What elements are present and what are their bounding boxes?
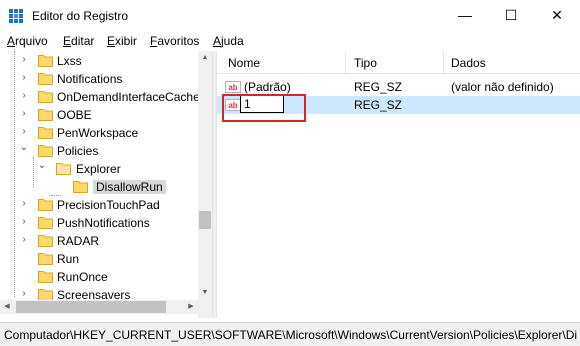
folder-icon [38,73,53,85]
tree-item-notifications[interactable]: › Notifications [0,70,198,88]
tree-vertical-scrollbar[interactable]: ▲ ▼ [198,51,212,318]
tree-item-label: DisallowRun [93,180,166,194]
chevron-down-icon[interactable]: ⌄ [37,160,47,171]
scrollbar-corner [198,300,212,314]
folder-icon [38,199,53,211]
menu-label: ditar [71,34,95,48]
scroll-left-arrow-icon[interactable]: ◀ [0,300,14,314]
string-value-icon: ab [225,81,241,93]
folder-icon [38,145,53,157]
menu-editar[interactable]: Editar [63,34,94,48]
folder-icon [38,91,53,103]
folder-icon [73,181,88,193]
value-name: (Padrão) [244,80,291,94]
tree-item-label: Notifications [57,72,123,86]
registry-tree: › Lxss › Notifications › OnDemandInterfa… [0,51,212,318]
folder-icon [38,127,53,139]
menu-accelerator: A [7,34,16,48]
menu-bar: Arquivo Editar Exibir Favoritos Ajuda [0,31,580,52]
annotation-highlight-box [222,94,306,122]
tree-item-pushnotifications[interactable]: › PushNotifications [0,214,198,232]
tree-item-label: Lxss [57,54,82,68]
column-header-type[interactable]: Tipo [354,56,377,70]
chevron-right-icon[interactable]: › [19,90,29,101]
chevron-right-icon[interactable]: › [19,54,29,65]
registry-editor-icon [9,9,23,23]
menu-accelerator: A [213,34,222,48]
scrollbar-thumb[interactable] [16,301,166,313]
tree-item-precisiontouchpad[interactable]: › PrecisionTouchPad [0,196,198,214]
tree-item-label: PrecisionTouchPad [57,198,160,212]
folder-icon [38,271,53,283]
status-bar: Computador\HKEY_CURRENT_USER\SOFTWARE\Mi… [0,322,580,346]
folder-icon [38,109,53,121]
menu-arquivo[interactable]: Arquivo [7,34,48,48]
tree-item-disallowrun[interactable]: DisallowRun [0,178,198,196]
tree-item-radar[interactable]: › RADAR [0,232,198,250]
chevron-down-icon[interactable]: ⌄ [19,142,29,153]
list-header: Nome Tipo Dados [217,51,580,74]
maximize-button[interactable]: ☐ [488,0,534,31]
scroll-up-arrow-icon[interactable]: ▲ [198,51,212,65]
tree-item-oobe[interactable]: › OOBE [0,106,198,124]
menu-label: rquivo [15,34,48,48]
chevron-right-icon[interactable]: › [19,198,29,209]
chevron-right-icon[interactable]: › [19,72,29,83]
tree-item-runonce[interactable]: RunOnce [0,268,198,286]
folder-icon [38,253,53,265]
tree-item-penworkspace[interactable]: › PenWorkspace [0,124,198,142]
tree-item-label: OOBE [57,108,92,122]
scroll-right-arrow-icon[interactable]: ▶ [184,300,198,314]
scrollbar-thumb[interactable] [199,211,211,229]
tree-item-policies[interactable]: ⌄ Policies [0,142,198,160]
values-list: Nome Tipo Dados ab (Padrão) REG_SZ (valo… [217,51,580,318]
tree-item-ondemandinterfacecache[interactable]: › OnDemandInterfaceCache [0,88,200,106]
value-data: (valor não definido) [451,80,554,94]
scroll-down-arrow-icon[interactable]: ▼ [198,286,212,300]
title-bar: Editor do Registro — ☐ ✕ [0,0,580,31]
menu-label: xibir [115,34,138,48]
tree-horizontal-scrollbar[interactable]: ◀ ▶ [0,300,198,314]
folder-open-icon [56,163,71,175]
folder-icon [38,217,53,229]
minimize-button[interactable]: — [442,0,488,31]
status-path: Computador\HKEY_CURRENT_USER\SOFTWARE\Mi… [4,328,578,342]
column-separator[interactable] [345,51,346,73]
tree-item-label: PushNotifications [57,216,150,230]
chevron-right-icon[interactable]: › [19,108,29,119]
tree-item-lxss[interactable]: › Lxss [0,52,198,70]
tree-item-label: PenWorkspace [57,126,139,140]
chevron-right-icon[interactable]: › [19,234,29,245]
menu-label: juda [221,34,244,48]
menu-accelerator: E [107,34,116,48]
svg-text:ab: ab [228,83,237,92]
menu-ajuda[interactable]: Ajuda [213,34,244,48]
chevron-right-icon[interactable]: › [19,216,29,227]
menu-label: avoritos [157,34,200,48]
menu-exibir[interactable]: Exibir [107,34,137,48]
menu-favoritos[interactable]: Favoritos [150,34,199,48]
chevron-right-icon[interactable]: › [19,288,29,299]
value-type: REG_SZ [354,98,403,112]
folder-icon [38,55,53,67]
tree-item-run[interactable]: Run [0,250,198,268]
value-type: REG_SZ [354,80,403,94]
window-title: Editor do Registro [32,9,129,23]
tree-item-label: RADAR [57,234,100,248]
column-separator[interactable] [443,51,444,73]
chevron-right-icon[interactable]: › [19,126,29,137]
close-button[interactable]: ✕ [534,0,580,31]
tree-item-label: RunOnce [57,270,108,284]
tree-item-label: Explorer [76,162,121,176]
folder-icon [38,235,53,247]
menu-accelerator: E [63,34,72,48]
tree-item-label: Policies [57,144,99,158]
column-header-name[interactable]: Nome [228,56,260,70]
tree-item-label: Run [57,252,80,266]
column-header-data[interactable]: Dados [451,56,486,70]
tree-item-explorer[interactable]: ⌄ Explorer [0,160,198,178]
tree-item-label: OnDemandInterfaceCache [57,90,200,104]
